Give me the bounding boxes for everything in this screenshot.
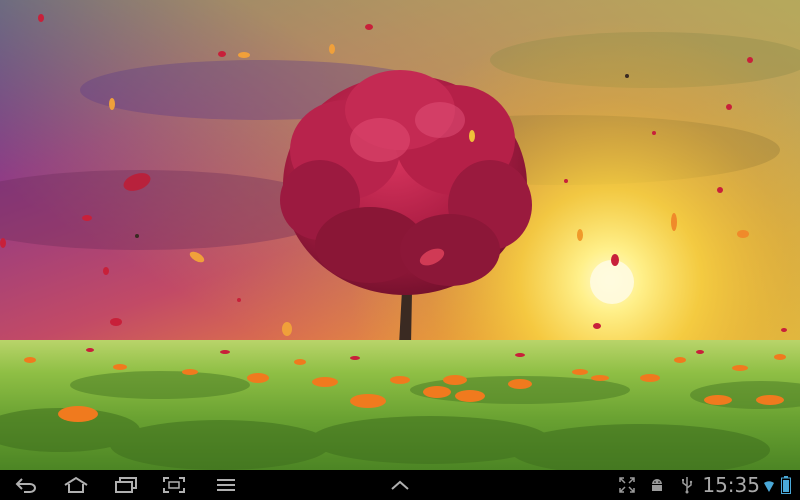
menu-icon <box>217 479 235 491</box>
recent-apps-icon <box>115 477 137 493</box>
back-button[interactable] <box>8 470 44 500</box>
app-drawer-chevron[interactable] <box>384 470 416 500</box>
android-icon <box>646 470 668 500</box>
sun <box>590 260 634 304</box>
wifi-icon <box>762 470 776 500</box>
system-navigation-bar: 15:35 <box>0 470 800 500</box>
screenshot-icon <box>163 477 185 493</box>
wallpaper-canvas <box>0 0 800 470</box>
back-arrow-icon <box>15 478 36 493</box>
usb-icon <box>676 470 698 500</box>
chevron-up-icon <box>391 480 409 490</box>
status-clock[interactable]: 15:35 <box>702 470 760 500</box>
screenshot-button[interactable] <box>156 470 192 500</box>
fullscreen-icon[interactable] <box>616 470 638 500</box>
battery-icon <box>778 470 794 500</box>
menu-button[interactable] <box>208 470 244 500</box>
home-icon <box>64 476 88 493</box>
autumn-tree-wallpaper <box>0 0 800 470</box>
recent-apps-button[interactable] <box>108 470 144 500</box>
home-button[interactable] <box>58 470 94 500</box>
